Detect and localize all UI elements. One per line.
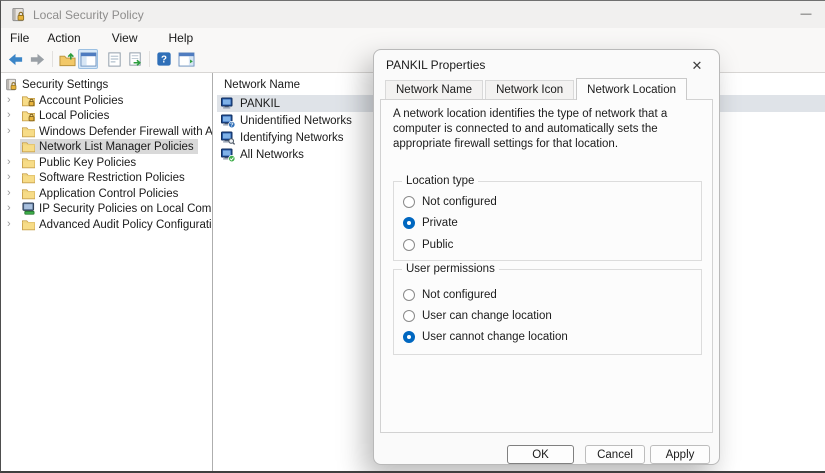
chevron-right-icon[interactable]: ›: [7, 124, 11, 139]
tree-item-windows-defender-firewall[interactable]: › Windows Defender Firewall with Advan: [1, 124, 212, 139]
tree-item-ip-security-policies[interactable]: › IP Security Policies on Local Computer: [1, 201, 212, 216]
tab-network-name[interactable]: Network Name: [385, 80, 483, 99]
tree-item-software-restriction-policies[interactable]: › Software Restriction Policies: [1, 170, 212, 185]
minimize-button[interactable]: —: [793, 3, 819, 25]
radio-icon[interactable]: [403, 196, 415, 208]
network-icon: [221, 97, 235, 111]
tree-item-network-list-manager-policies[interactable]: Network List Manager Policies: [1, 139, 212, 154]
title-bar: Local Security Policy —: [1, 1, 825, 28]
properties-icon[interactable]: [104, 49, 124, 69]
tree-item-advanced-audit-policy[interactable]: › Advanced Audit Policy Configuration: [1, 217, 212, 232]
radio-icon[interactable]: [403, 239, 415, 251]
back-icon[interactable]: [5, 49, 25, 69]
radio-user-can-change-location[interactable]: User can change location: [403, 309, 552, 323]
folder-lock-icon: [22, 109, 35, 122]
tab-network-location[interactable]: Network Location: [576, 78, 687, 100]
menu-view[interactable]: View: [103, 29, 147, 47]
radio-checked-icon[interactable]: [403, 217, 415, 229]
folder-icon: [22, 140, 35, 153]
column-header-network-name[interactable]: Network Name: [224, 79, 300, 91]
apply-button[interactable]: Apply: [650, 445, 710, 464]
radio-permissions-not-configured[interactable]: Not configured: [403, 288, 497, 302]
radio-icon[interactable]: [403, 310, 415, 322]
network-location-tab-panel: A network location identifies the type o…: [380, 99, 713, 433]
menu-file[interactable]: File: [1, 29, 38, 47]
forward-icon[interactable]: [27, 49, 47, 69]
tree-item-security-settings[interactable]: Security Settings: [1, 77, 212, 92]
dialog-title: PANKIL Properties: [386, 58, 485, 72]
menu-action[interactable]: Action: [38, 29, 89, 47]
folder-lock-icon: [22, 94, 35, 107]
radio-checked-icon[interactable]: [403, 331, 415, 343]
radio-user-cannot-change-location[interactable]: User cannot change location: [403, 330, 568, 344]
svg-text:?: ?: [161, 55, 167, 66]
cancel-button[interactable]: Cancel: [585, 445, 645, 464]
tree-item-account-policies[interactable]: › Account Policies: [1, 93, 212, 108]
chevron-right-icon[interactable]: ›: [7, 108, 11, 123]
network-question-icon: [221, 114, 235, 128]
tab-strip: Network Name Network Icon Network Locati…: [385, 78, 689, 99]
tab-network-icon[interactable]: Network Icon: [485, 80, 574, 99]
radio-location-not-configured[interactable]: Not configured: [403, 195, 497, 209]
window-title: Local Security Policy: [33, 8, 144, 22]
chevron-right-icon[interactable]: ›: [7, 201, 11, 216]
radio-location-private[interactable]: Private: [403, 216, 458, 230]
chevron-right-icon[interactable]: ›: [7, 155, 11, 170]
close-icon[interactable]: ✕: [684, 54, 710, 77]
folder-icon: [22, 187, 35, 200]
chevron-right-icon[interactable]: ›: [7, 170, 11, 185]
tree-item-public-key-policies[interactable]: › Public Key Policies: [1, 155, 212, 170]
location-type-group: Location type Not configured Private Pub…: [393, 181, 702, 261]
tree-item-local-policies[interactable]: › Local Policies: [1, 108, 212, 123]
menu-help[interactable]: Help: [160, 29, 203, 47]
toolbar-separator: [52, 51, 53, 67]
location-description: A network location identifies the type o…: [393, 107, 699, 152]
chevron-right-icon[interactable]: ›: [7, 186, 11, 201]
chevron-right-icon[interactable]: ›: [7, 217, 11, 232]
menu-bar: File Action View Help: [1, 28, 825, 47]
tree-item-application-control-policies[interactable]: › Application Control Policies: [1, 186, 212, 201]
ipsec-icon: [22, 202, 35, 215]
folder-icon: [22, 125, 35, 138]
user-permissions-group: User permissions Not configured User can…: [393, 269, 702, 355]
show-console-tree-icon[interactable]: [78, 49, 98, 69]
export-list-icon[interactable]: [125, 49, 145, 69]
up-one-level-icon[interactable]: [57, 49, 77, 69]
ok-button[interactable]: OK: [507, 445, 574, 464]
pankil-properties-dialog: PANKIL Properties ✕ Network Name Network…: [373, 49, 720, 465]
console-tree-pane: Security Settings › Account Policies › L…: [1, 73, 212, 471]
toolbar-separator: [149, 51, 150, 67]
group-legend: User permissions: [402, 263, 499, 275]
app-icon: [11, 7, 26, 22]
network-search-icon: [221, 131, 235, 145]
folder-icon: [22, 156, 35, 169]
local-security-policy-window: Local Security Policy — File Action View…: [0, 0, 825, 473]
folder-icon: [22, 171, 35, 184]
group-legend: Location type: [402, 175, 478, 187]
network-globe-icon: [221, 148, 235, 162]
radio-location-public[interactable]: Public: [403, 238, 453, 252]
help-icon[interactable]: ?: [154, 49, 174, 69]
chevron-right-icon[interactable]: ›: [7, 93, 11, 108]
show-action-pane-icon[interactable]: [176, 49, 196, 69]
folder-icon: [22, 218, 35, 231]
security-settings-icon: [5, 78, 18, 91]
radio-icon[interactable]: [403, 289, 415, 301]
